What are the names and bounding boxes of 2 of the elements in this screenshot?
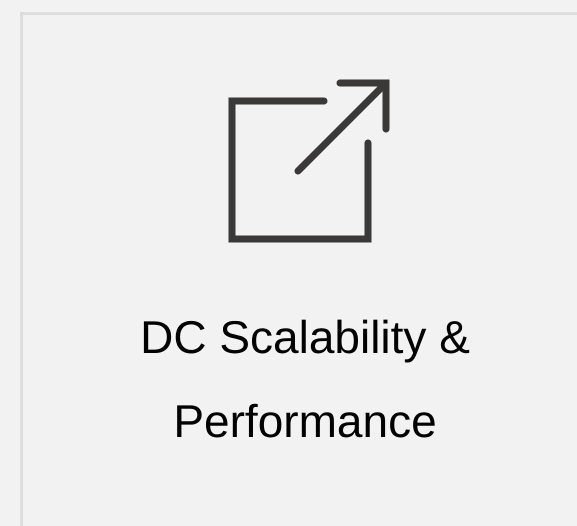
external-link-icon xyxy=(228,79,392,243)
card-title: DC Scalability & Performance xyxy=(140,310,470,449)
